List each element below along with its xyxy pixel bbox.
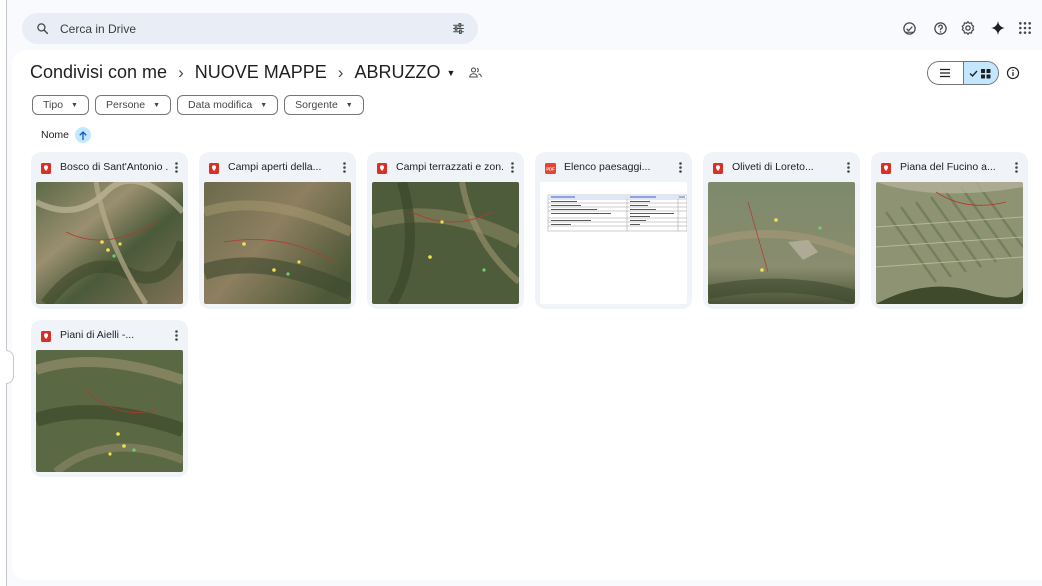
file-card[interactable]: Piana del Fucino a...	[871, 152, 1028, 309]
gemini-spark-icon[interactable]	[989, 19, 1007, 37]
current-folder-name: ABRUZZO	[354, 62, 441, 82]
kml-file-icon	[881, 161, 891, 179]
file-card[interactable]: Piani di Aielli -...	[31, 320, 188, 477]
document-thumbnail	[540, 182, 687, 304]
top-right-toolbar	[0, 19, 1042, 39]
more-options-icon[interactable]	[507, 160, 517, 174]
kml-file-icon	[713, 161, 723, 179]
map-thumbnail	[708, 182, 855, 304]
more-options-icon[interactable]	[339, 160, 349, 174]
file-title: Campi aperti della...	[228, 161, 322, 173]
breadcrumb-separator: ›	[178, 62, 184, 82]
view-toggle	[927, 61, 999, 85]
more-options-icon[interactable]	[843, 160, 853, 174]
caret-down-icon: ▼	[345, 101, 353, 109]
file-card[interactable]: Campi aperti della...	[199, 152, 356, 309]
map-thumbnail	[372, 182, 519, 304]
breadcrumb-current-folder[interactable]: ABRUZZO ▼	[354, 62, 455, 83]
caret-down-icon: ▼	[71, 101, 78, 109]
main-panel	[12, 50, 1042, 580]
map-thumbnail	[876, 182, 1023, 304]
more-options-icon[interactable]	[171, 160, 181, 174]
pdf-file-icon: PDF	[545, 161, 556, 179]
breadcrumb: Condivisi con me › NUOVE MAPPE › ABRUZZO…	[30, 62, 483, 83]
filter-label: Tipo	[43, 99, 64, 111]
file-card[interactable]: PDF Elenco paesaggi...	[535, 152, 692, 309]
sort-label: Nome	[41, 129, 70, 141]
side-panel-handle[interactable]	[6, 350, 14, 384]
caret-down-icon: ▼	[446, 67, 456, 78]
breadcrumb-root[interactable]: Condivisi con me	[30, 62, 167, 83]
more-options-icon[interactable]	[1011, 160, 1021, 174]
caret-down-icon: ▼	[260, 101, 268, 109]
caret-down-icon: ▼	[153, 101, 161, 109]
help-icon[interactable]	[931, 19, 949, 37]
file-title: Oliveti di Loreto...	[732, 161, 814, 173]
breadcrumb-separator: ›	[337, 62, 344, 82]
info-icon[interactable]	[1006, 66, 1020, 85]
file-title: Piani di Aielli -...	[60, 329, 135, 341]
file-title: Elenco paesaggi...	[564, 161, 651, 173]
apps-grid-icon[interactable]	[1016, 19, 1034, 37]
grid-view-button[interactable]	[962, 62, 998, 84]
ready-offline-icon[interactable]	[900, 19, 918, 37]
filter-people[interactable]: Persone ▼	[94, 95, 172, 115]
settings-icon[interactable]	[959, 19, 977, 37]
filter-type[interactable]: Tipo ▼	[32, 95, 89, 115]
file-card[interactable]: Oliveti di Loreto...	[703, 152, 860, 309]
filter-label: Sorgente	[295, 99, 338, 111]
breadcrumb-level1[interactable]: NUOVE MAPPE	[195, 62, 327, 83]
filter-label: Persone	[105, 99, 146, 111]
sort-ascending-icon[interactable]	[75, 127, 92, 143]
pdf-badge-text: PDF	[546, 167, 555, 172]
file-card[interactable]: Bosco di Sant'Antonio ...	[31, 152, 188, 309]
more-options-icon[interactable]	[675, 160, 685, 174]
filter-source[interactable]: Sorgente ▼	[284, 95, 364, 115]
file-title: Campi terrazzati e zon...	[396, 161, 504, 173]
kml-file-icon	[377, 161, 387, 179]
sort-control[interactable]: Nome	[41, 127, 92, 143]
more-options-icon[interactable]	[171, 328, 181, 342]
map-thumbnail	[204, 182, 351, 304]
kml-file-icon	[41, 329, 51, 347]
filter-label: Data modifica	[188, 99, 253, 111]
filter-bar: Tipo ▼ Persone ▼ Data modifica ▼ Sorgente ▼	[32, 95, 364, 115]
file-title: Bosco di Sant'Antonio ...	[60, 161, 168, 173]
kml-file-icon	[41, 161, 51, 179]
file-title: Piana del Fucino a...	[900, 161, 996, 173]
shared-folder-icon[interactable]	[469, 67, 483, 78]
map-thumbnail	[36, 350, 183, 472]
list-view-button[interactable]	[928, 62, 963, 84]
map-thumbnail	[36, 182, 183, 304]
filter-modified[interactable]: Data modifica ▼	[177, 95, 279, 115]
file-card[interactable]: Campi terrazzati e zon...	[367, 152, 524, 309]
kml-file-icon	[209, 161, 219, 179]
